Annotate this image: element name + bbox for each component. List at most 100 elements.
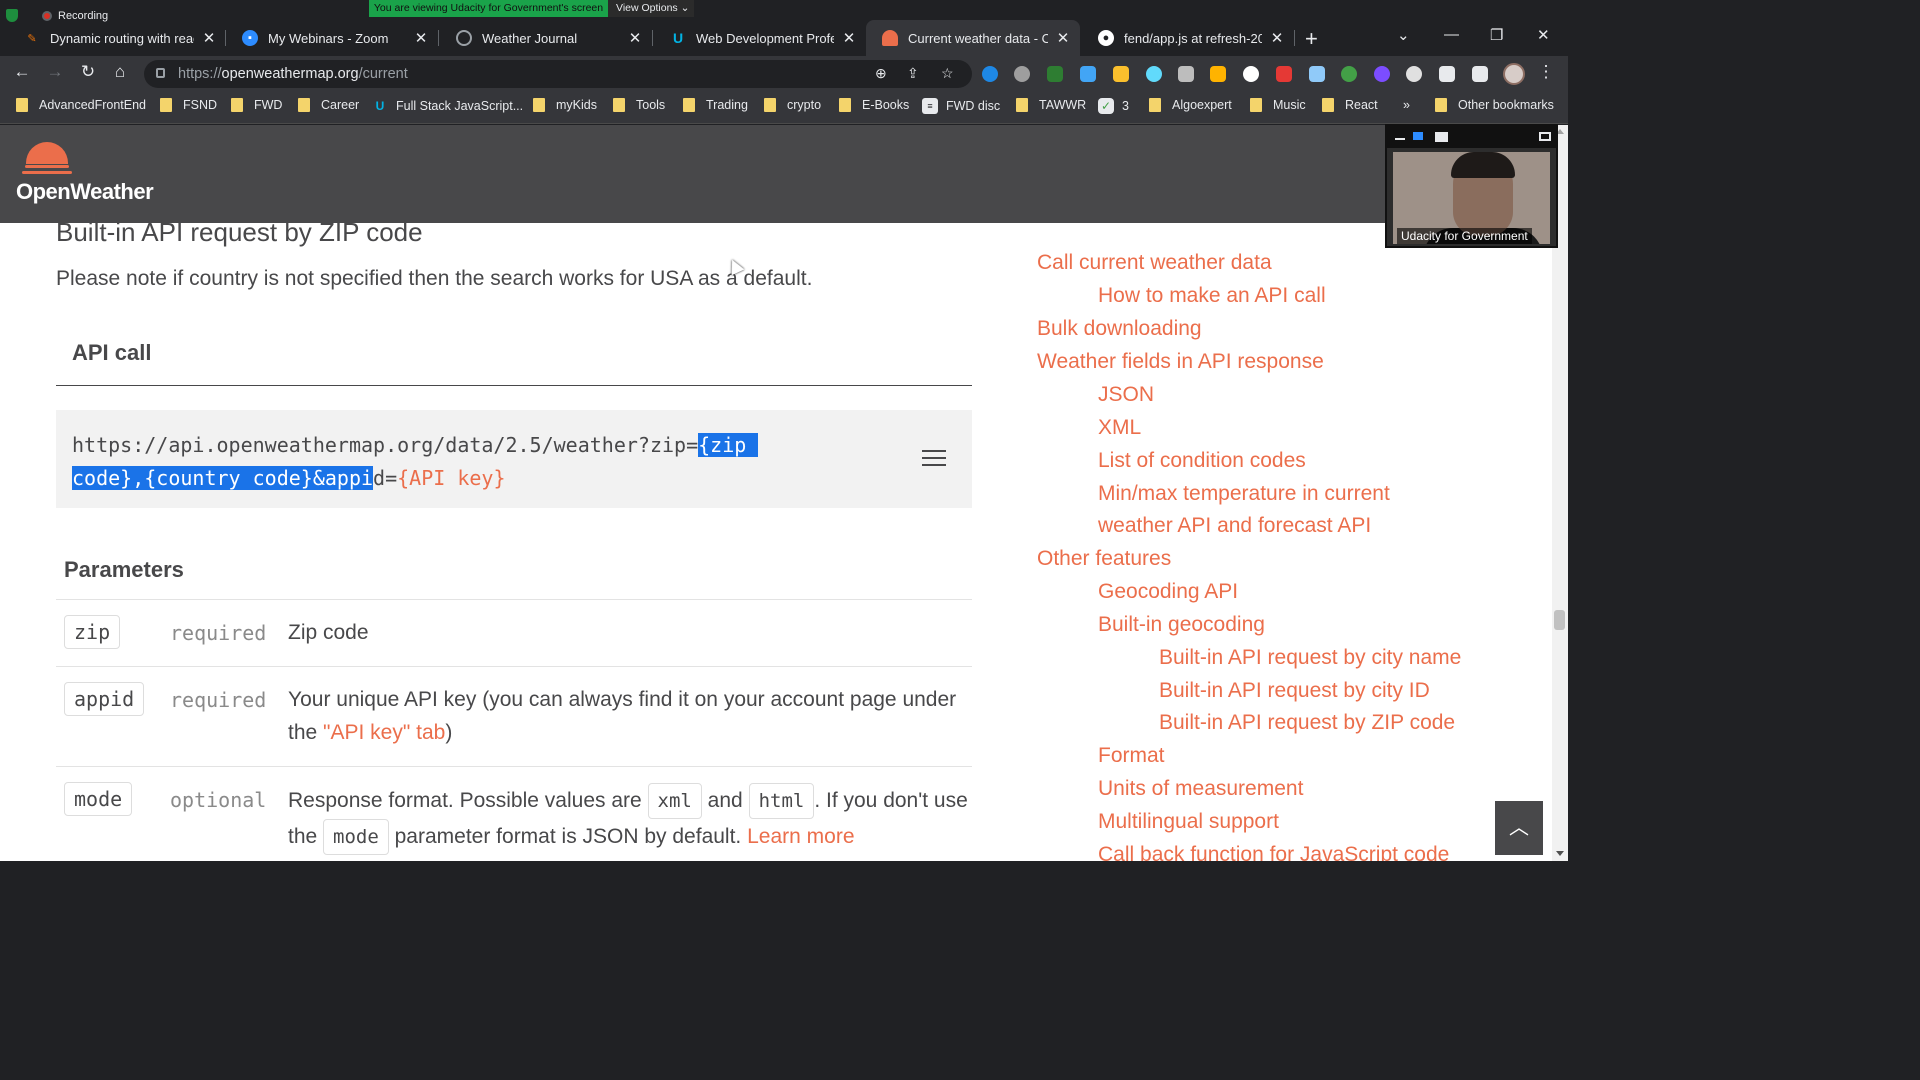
close-icon[interactable]: ✕	[1268, 29, 1286, 47]
param-row-appid: appid required Your unique API key (you …	[56, 666, 972, 766]
minimize-icon[interactable]: —	[1444, 26, 1459, 43]
selected-text: {zip	[698, 433, 759, 457]
section-note: Please note if country is not specified …	[56, 267, 813, 290]
toc-link[interactable]: Call back function for JavaScript code	[1098, 843, 1449, 861]
learn-more-link[interactable]: Learn more	[747, 825, 854, 848]
bookmark-folder[interactable]: FWD	[231, 98, 282, 112]
extension-icon[interactable]	[1047, 66, 1063, 82]
close-icon[interactable]: ✕	[1054, 29, 1072, 47]
toc-link[interactable]: XML	[1098, 416, 1141, 440]
close-icon[interactable]: ✕	[840, 29, 858, 47]
video-view-icon[interactable]	[1413, 132, 1423, 140]
close-icon[interactable]: ✕	[200, 29, 218, 47]
other-bookmarks-folder[interactable]: Other bookmarks	[1435, 98, 1554, 112]
toc-link[interactable]: Weather fields in API response	[1037, 350, 1324, 374]
scroll-down-arrow-icon[interactable]	[1556, 851, 1564, 856]
toc-link[interactable]: Min/max temperature in current	[1098, 482, 1390, 506]
address-bar[interactable]: https://openweathermap.org/current ⊕ ⇪ ☆	[144, 60, 972, 88]
toc-link[interactable]: Bulk downloading	[1037, 317, 1202, 341]
window-close-icon[interactable]: ✕	[1537, 26, 1550, 44]
bookmark-folder[interactable]: Tools	[613, 98, 665, 112]
tab-search-chevron-icon[interactable]: ⌄	[1397, 26, 1410, 44]
back-arrow-icon[interactable]: ←	[10, 62, 34, 82]
site-logo-text[interactable]: OpenWeather	[16, 179, 154, 205]
scrollbar-thumb[interactable]	[1554, 610, 1565, 630]
bookmark-folder[interactable]: crypto	[764, 98, 821, 112]
extension-icon[interactable]	[1406, 66, 1422, 82]
tab-3[interactable]: U Web Development Professio ✕	[654, 20, 866, 56]
bookmarks-overflow-chevron-icon[interactable]: »	[1403, 98, 1410, 112]
bookmark-link[interactable]: ≡ FWD disc	[922, 98, 1000, 114]
tab-1[interactable]: ▪ My Webinars - Zoom ✕	[226, 20, 438, 56]
api-key-tab-link[interactable]: "API key" tab	[323, 721, 445, 744]
extension-icon[interactable]	[982, 66, 998, 82]
profile-avatar[interactable]	[1503, 63, 1525, 85]
home-icon[interactable]: ⌂	[108, 62, 132, 82]
reload-icon[interactable]: ↻	[76, 62, 100, 82]
toc-link[interactable]: Units of measurement	[1098, 777, 1303, 801]
toc-link[interactable]: Built-in geocoding	[1098, 613, 1265, 637]
extension-icon[interactable]	[1014, 66, 1030, 82]
tab-4-active[interactable]: Current weather data - Ope ✕	[866, 20, 1080, 56]
toc-link[interactable]: Other features	[1037, 547, 1171, 571]
toc-link[interactable]: Call current weather data	[1037, 251, 1272, 275]
toc-link[interactable]: List of condition codes	[1098, 449, 1306, 473]
bookmark-folder[interactable]: TAWWR	[1016, 98, 1086, 112]
puzzle-extensions-icon[interactable]	[1439, 66, 1455, 82]
bookmark-link[interactable]: ✓ 3	[1098, 98, 1129, 114]
toc-link[interactable]: Format	[1098, 744, 1165, 768]
share-icon[interactable]: ⇪	[907, 65, 919, 82]
tab-2[interactable]: Weather Journal ✕	[440, 20, 652, 56]
restore-icon[interactable]: ❐	[1490, 26, 1503, 44]
close-icon[interactable]: ✕	[412, 29, 430, 47]
bookmark-folder[interactable]: Music	[1250, 98, 1306, 112]
extension-icon[interactable]	[1374, 66, 1390, 82]
new-tab-plus-icon[interactable]: +	[1305, 26, 1318, 52]
side-panel-icon[interactable]	[1472, 66, 1488, 82]
bookmark-link[interactable]: U Full Stack JavaScript...	[372, 98, 523, 114]
toc-link[interactable]: How to make an API call	[1098, 284, 1326, 308]
openweather-logo-icon[interactable]	[26, 142, 68, 164]
extension-icon[interactable]	[1178, 66, 1194, 82]
react-devtools-icon[interactable]	[1146, 66, 1162, 82]
extension-icon[interactable]	[1309, 66, 1325, 82]
toc-link[interactable]: weather API and forecast API	[1098, 514, 1371, 538]
hamburger-menu-icon[interactable]	[922, 450, 946, 468]
zoom-magnifier-icon[interactable]: ⊕	[875, 65, 887, 82]
extension-icon[interactable]	[1341, 66, 1357, 82]
bookmark-folder[interactable]: Algoexpert	[1149, 98, 1232, 112]
extension-icon[interactable]	[1243, 66, 1259, 82]
extension-icon[interactable]	[1276, 66, 1292, 82]
video-thumbnail[interactable]: Udacity for Government	[1385, 124, 1558, 248]
bookmark-folder[interactable]: AdvancedFrontEnd	[16, 98, 146, 112]
toc-link[interactable]: Geocoding API	[1098, 580, 1238, 604]
bookmark-folder[interactable]: Trading	[683, 98, 748, 112]
api-call-code-block[interactable]: https://api.openweathermap.org/data/2.5/…	[56, 410, 972, 508]
api-call-url[interactable]: https://api.openweathermap.org/data/2.5/…	[72, 429, 759, 495]
toc-link[interactable]: Built-in API request by city name	[1159, 646, 1461, 670]
close-icon[interactable]: ✕	[626, 29, 644, 47]
extension-icon[interactable]	[1113, 66, 1129, 82]
kebab-menu-icon[interactable]: ⋮	[1534, 62, 1558, 82]
extension-icon[interactable]	[1210, 66, 1226, 82]
tab-5[interactable]: ● fend/app.js at refresh-2019 ✕	[1082, 20, 1294, 56]
bookmark-folder[interactable]: E-Books	[839, 98, 909, 112]
url-text[interactable]: https://openweathermap.org/current	[178, 66, 408, 82]
forward-arrow-icon[interactable]: →	[43, 62, 67, 82]
bookmark-folder[interactable]: FSND	[160, 98, 217, 112]
view-options-button[interactable]: View Options ⌄	[608, 0, 694, 17]
bookmark-folder[interactable]: Career	[298, 98, 359, 112]
speaker-view-icon[interactable]	[1435, 132, 1448, 142]
toc-link[interactable]: JSON	[1098, 383, 1154, 407]
toc-link[interactable]: Built-in API request by ZIP code	[1159, 711, 1455, 735]
toc-link[interactable]: Multilingual support	[1098, 810, 1279, 834]
bookmark-folder[interactable]: myKids	[533, 98, 597, 112]
expand-video-icon[interactable]	[1539, 132, 1551, 141]
minimize-video-icon[interactable]	[1395, 138, 1405, 140]
bookmark-folder[interactable]: React	[1322, 98, 1378, 112]
scroll-to-top-button[interactable]: ︿	[1495, 801, 1543, 855]
tab-0[interactable]: ✎ Dynamic routing with react ✕	[8, 20, 226, 56]
toc-link[interactable]: Built-in API request by city ID	[1159, 679, 1430, 703]
extension-icon[interactable]	[1080, 66, 1096, 82]
bookmark-star-icon[interactable]: ☆	[941, 65, 954, 82]
